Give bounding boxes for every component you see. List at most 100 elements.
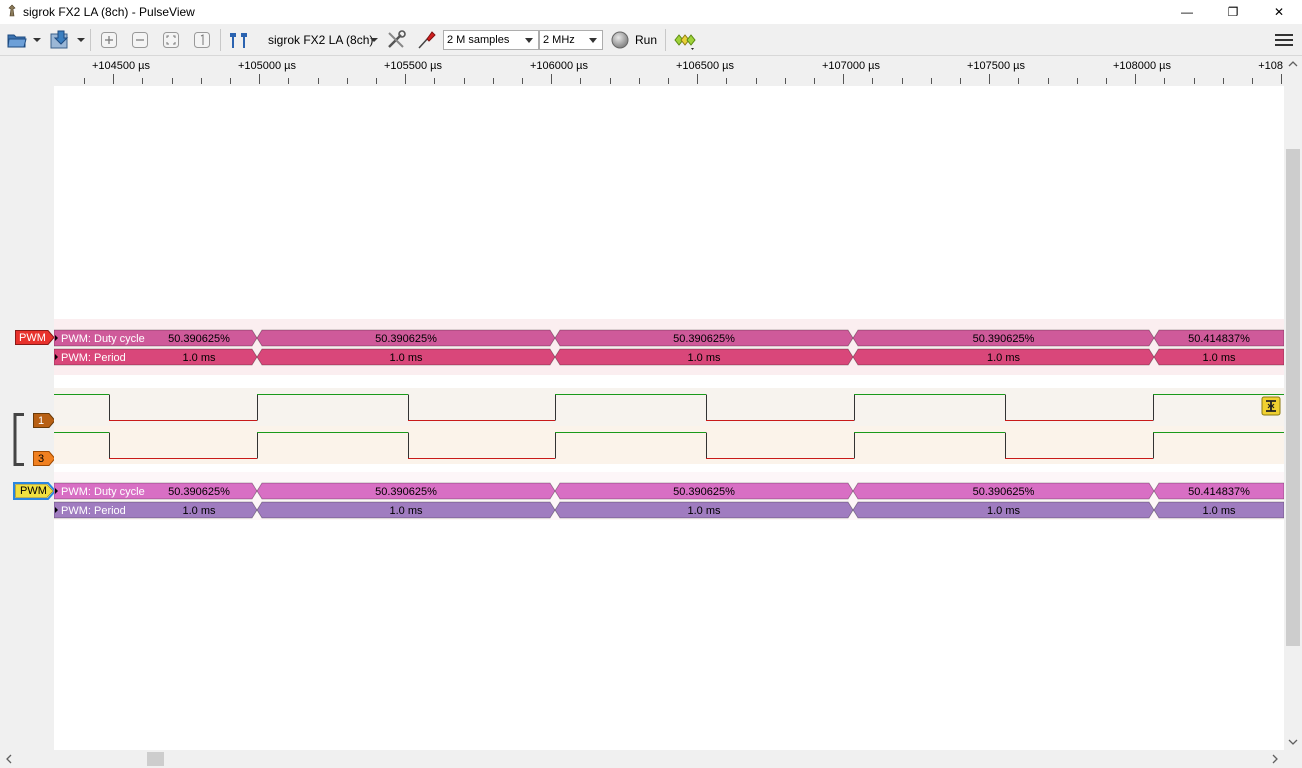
- run-label: Run: [635, 33, 658, 47]
- time-ruler[interactable]: +104500 µs +105000 µs +105500 µs +106000 µs…: [0, 57, 1302, 86]
- separator: [220, 29, 221, 51]
- save-icon: [50, 30, 69, 49]
- ruler-tick: [989, 74, 990, 84]
- sample-rate-select[interactable]: 2 MHz: [539, 30, 603, 50]
- ruler-tick: [785, 78, 786, 84]
- ruler-tick: [259, 74, 260, 84]
- run-indicator-icon: [611, 31, 629, 49]
- ruler-tick: [493, 78, 494, 84]
- chevron-down-icon: [370, 38, 378, 42]
- ruler-tick: [726, 78, 727, 84]
- close-icon: ✕: [1273, 5, 1285, 19]
- annotation-row-label: PWM: Duty cycle: [61, 486, 145, 498]
- decoder1-background: [54, 319, 1284, 375]
- annotation-value: 1.0 ms: [182, 505, 216, 517]
- sample-count-value: 2 M samples: [447, 34, 510, 46]
- ruler-tick: [814, 78, 815, 84]
- zoom-one-to-one-button[interactable]: [190, 28, 214, 52]
- ruler-tick: [142, 78, 143, 84]
- ruler-tick: [1164, 78, 1165, 84]
- main-menu-button[interactable]: [1272, 28, 1296, 52]
- scroll-left-icon[interactable]: [5, 754, 13, 764]
- zoom-out-icon: [132, 32, 148, 48]
- ruler-tick: [1223, 78, 1224, 84]
- ruler-tick: [843, 74, 844, 84]
- horizontal-scrollbar[interactable]: [0, 750, 1302, 768]
- annotation-value: 50.390625%: [673, 486, 735, 498]
- open-button[interactable]: [4, 28, 30, 52]
- trace-canvas[interactable]: 50.390625% 50.390625% 50.390625% 50.390625%…: [54, 86, 1284, 750]
- decoder-tag-pwm-selected[interactable]: PWM: [17, 484, 47, 498]
- open-menu-button[interactable]: [31, 28, 43, 52]
- app-icon: [8, 4, 16, 17]
- annotation-row-label: PWM: Period: [61, 505, 126, 517]
- save-menu-button[interactable]: [75, 28, 87, 52]
- trace-header-pane: PWM 1 3 PWM: [0, 86, 57, 750]
- chevron-down-icon: [77, 38, 85, 42]
- annotation-value: 50.414837%: [1188, 333, 1250, 345]
- annotation-value: 50.390625%: [168, 486, 230, 498]
- ruler-tick: [668, 78, 669, 84]
- vertical-scroll-thumb[interactable]: [1286, 149, 1300, 646]
- save-button[interactable]: [46, 28, 74, 52]
- decoder-tag-pwm[interactable]: PWM: [16, 331, 46, 345]
- channel-tag-3[interactable]: 3: [35, 452, 44, 466]
- add-decoder-button[interactable]: [671, 28, 699, 52]
- cursors-icon: [230, 33, 247, 48]
- group-bracket[interactable]: [12, 413, 26, 467]
- sample-count-select[interactable]: 2 M samples: [443, 30, 539, 50]
- maximize-button[interactable]: ❐: [1210, 0, 1256, 24]
- ruler-tick: [1077, 78, 1078, 84]
- ruler-label: +108000 µs: [1112, 60, 1172, 72]
- chevron-down-icon: [525, 38, 533, 43]
- main-toolbar: sigrok FX2 LA (8ch) 2 M samples 2 MHz Ru…: [0, 24, 1302, 56]
- scroll-up-icon[interactable]: [1288, 60, 1298, 68]
- trace-view[interactable]: 50.390625% 50.390625% 50.390625% 50.390625%…: [54, 86, 1284, 750]
- ruler-tick: [201, 78, 202, 84]
- zoom-in-icon: [101, 32, 117, 48]
- annotation-value: 50.414837%: [1188, 486, 1250, 498]
- ruler-tick: [84, 78, 85, 84]
- minimize-button[interactable]: —: [1164, 0, 1210, 24]
- ruler-tick: [288, 78, 289, 84]
- annotation-value: 50.390625%: [973, 333, 1035, 345]
- ruler-tick: [639, 78, 640, 84]
- annotation-value: 50.390625%: [375, 333, 437, 345]
- zoom-in-button[interactable]: [97, 28, 121, 52]
- minimize-icon: —: [1181, 5, 1193, 19]
- ruler-tick: [872, 78, 873, 84]
- show-cursors-button[interactable]: [226, 28, 252, 52]
- ruler-tick: [464, 78, 465, 84]
- ruler-tick: [960, 78, 961, 84]
- channels-button[interactable]: [413, 28, 439, 52]
- chevron-down-icon: [589, 38, 597, 43]
- close-button[interactable]: ✕: [1256, 0, 1302, 24]
- trigger-marker-icon[interactable]: [1261, 396, 1281, 416]
- scroll-down-icon[interactable]: [1288, 738, 1298, 746]
- annotation-value: 1.0 ms: [1202, 352, 1236, 364]
- zoom-fit-button[interactable]: [159, 28, 183, 52]
- ruler-tick: [1018, 78, 1019, 84]
- ruler-label: +108: [1258, 60, 1283, 72]
- scroll-right-icon[interactable]: [1271, 754, 1279, 764]
- ruler-label: +106500 µs: [675, 60, 735, 72]
- ruler-tick: [522, 78, 523, 84]
- device-selector[interactable]: sigrok FX2 LA (8ch): [263, 28, 381, 52]
- ruler-tick: [580, 78, 581, 84]
- run-button[interactable]: Run: [609, 28, 661, 52]
- zoom-out-button[interactable]: [128, 28, 152, 52]
- window-title: sigrok FX2 LA (8ch) - PulseView: [23, 5, 195, 19]
- annotation-value: 1.0 ms: [182, 352, 216, 364]
- device-configure-button[interactable]: [383, 28, 409, 52]
- annotation-value: 50.390625%: [673, 333, 735, 345]
- horizontal-scroll-thumb[interactable]: [147, 752, 164, 766]
- vertical-scrollbar[interactable]: [1284, 57, 1302, 750]
- annotation-value: 1.0 ms: [389, 352, 423, 364]
- decoder-icon: [674, 34, 696, 50]
- annotation-value: 1.0 ms: [687, 352, 721, 364]
- ruler-tick: [347, 78, 348, 84]
- channel-tag-1[interactable]: 1: [35, 414, 44, 428]
- annotation-value: 1.0 ms: [1202, 505, 1236, 517]
- restore-icon: ❐: [1227, 5, 1239, 19]
- ruler-tick: [230, 78, 231, 84]
